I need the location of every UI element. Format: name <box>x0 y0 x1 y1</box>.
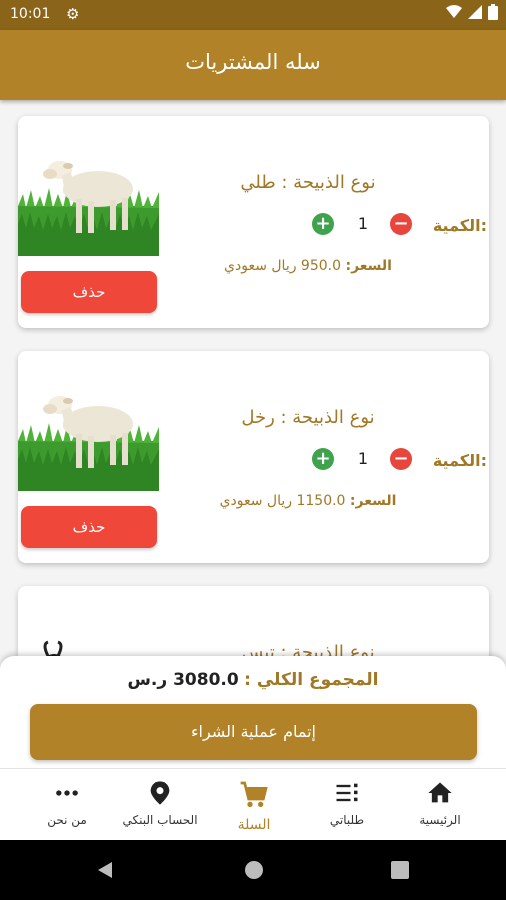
recents-icon[interactable] <box>391 861 409 879</box>
total-value: 3080.0 ر.س <box>127 670 239 690</box>
nav-item-cart[interactable]: السلة <box>204 769 304 841</box>
checkout-button[interactable]: إتمام عملية الشراء <box>30 704 477 760</box>
settings-gear-icon: ⚙ <box>66 5 80 23</box>
quantity-value: 1 <box>357 449 369 468</box>
nav-item-home[interactable]: الرئيسية <box>390 769 490 841</box>
battery-icon <box>488 4 498 20</box>
price-label: السعر: <box>349 493 397 509</box>
quantity-value: 1 <box>357 214 369 233</box>
sheep-image <box>18 144 159 256</box>
minus-icon[interactable]: − <box>390 448 412 470</box>
nav-label: الحساب البنكي <box>122 813 198 827</box>
quantity-label: الكمية: <box>432 451 487 470</box>
plus-icon[interactable]: + <box>312 213 334 235</box>
list-icon <box>297 779 397 807</box>
page-title: سله المشتريات <box>185 50 321 74</box>
cart-icon <box>204 779 304 807</box>
sheep-image <box>18 379 159 491</box>
home-icon <box>390 779 490 807</box>
nav-label: الرئيسية <box>419 813 461 827</box>
cart-item-card: حذف نوع الذبيحة : طلي الكمية: − 1 + السع… <box>18 116 489 328</box>
cart-summary: المجموع الكلي : 3080.0 ر.س إتمام عملية ا… <box>0 656 506 768</box>
back-icon[interactable] <box>96 860 116 880</box>
item-type: نوع الذبيحة : رخل <box>241 407 375 428</box>
nav-label: السلة <box>237 817 271 833</box>
status-bar: 10:01 ⚙ <box>0 0 506 30</box>
delete-button[interactable]: حذف <box>21 506 157 548</box>
wifi-icon <box>446 5 462 18</box>
location-icon <box>110 779 210 807</box>
plus-icon[interactable]: + <box>312 448 334 470</box>
delete-button[interactable]: حذف <box>21 271 157 313</box>
nav-item-orders[interactable]: طلباتي <box>297 769 397 841</box>
minus-icon[interactable]: − <box>390 213 412 235</box>
nav-label: طلباتي <box>329 813 365 827</box>
home-circle-icon[interactable] <box>244 860 264 880</box>
item-type: نوع الذبيحة : طلي <box>240 172 376 193</box>
total-label: المجموع الكلي : <box>244 670 379 690</box>
app-bar: سله المشتريات <box>0 30 506 100</box>
signal-icon <box>468 5 482 19</box>
price-value: 1150.0 ريال سعودي <box>219 493 346 509</box>
total-row: المجموع الكلي : 3080.0 ر.س <box>0 670 506 690</box>
more-icon <box>17 779 117 807</box>
item-price: السعر: 950.0 ريال سعودي <box>178 258 438 274</box>
nav-item-about[interactable]: من نحن <box>17 769 117 841</box>
quantity-label: الكمية: <box>432 216 487 235</box>
nav-label: من نحن <box>47 813 87 827</box>
price-label: السعر: <box>345 258 392 274</box>
item-price: السعر: 1150.0 ريال سعودي <box>178 493 438 509</box>
bottom-navigation: الرئيسية طلباتي السلة الحساب البنكي من ن… <box>0 768 506 841</box>
cart-item-card: حذف نوع الذبيحة : رخل الكمية: − 1 + السع… <box>18 351 489 563</box>
system-navigation-bar <box>0 840 506 900</box>
price-value: 950.0 ريال سعودي <box>224 258 342 274</box>
status-time: 10:01 <box>10 6 51 22</box>
nav-item-bank-account[interactable]: الحساب البنكي <box>110 769 210 841</box>
